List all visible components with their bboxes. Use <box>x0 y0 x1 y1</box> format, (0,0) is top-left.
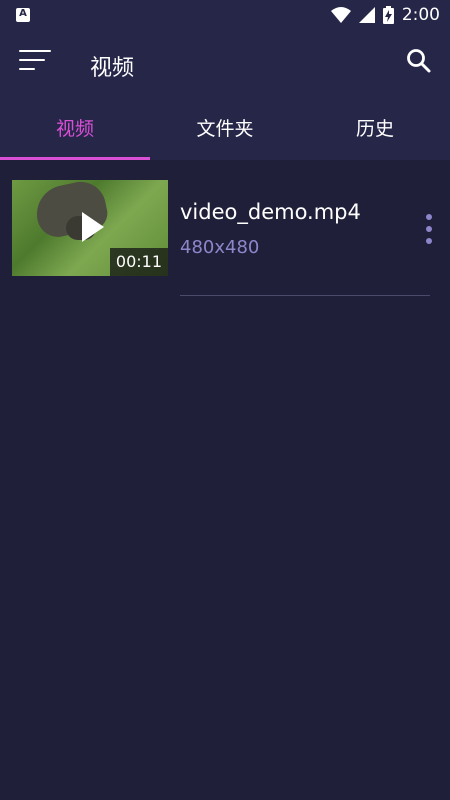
status-bar: A 2:00 <box>0 0 450 30</box>
divider <box>180 295 430 296</box>
tab-videos[interactable]: 视频 <box>0 98 150 160</box>
tab-label: 历史 <box>355 118 394 140</box>
battery-charging-icon <box>382 6 394 24</box>
video-name: video_demo.mp4 <box>180 200 361 224</box>
wifi-icon <box>330 7 351 23</box>
tab-bar: 视频 文件夹 历史 <box>0 98 450 160</box>
tab-label: 视频 <box>55 118 94 140</box>
page-title: 视频 <box>90 56 135 81</box>
tab-history[interactable]: 历史 <box>300 98 450 160</box>
tab-label: 文件夹 <box>196 118 254 140</box>
video-duration: 00:11 <box>109 248 168 276</box>
video-thumbnail[interactable]: 00:11 <box>12 180 168 276</box>
list-item[interactable]: 00:11 video_demo.mp4 480x480 <box>0 160 450 296</box>
tab-folders[interactable]: 文件夹 <box>150 98 300 160</box>
status-time: 2:00 <box>401 5 440 25</box>
signal-icon <box>358 7 375 23</box>
search-icon[interactable] <box>404 46 434 76</box>
play-icon <box>82 212 104 242</box>
app-bar: 视频 <box>0 30 450 98</box>
a-icon: A <box>16 8 30 22</box>
menu-icon[interactable] <box>19 48 51 74</box>
video-list: 00:11 video_demo.mp4 480x480 <box>0 160 450 296</box>
status-icons: 2:00 <box>330 5 440 25</box>
video-resolution: 480x480 <box>180 237 260 258</box>
more-options-icon[interactable] <box>424 214 434 244</box>
